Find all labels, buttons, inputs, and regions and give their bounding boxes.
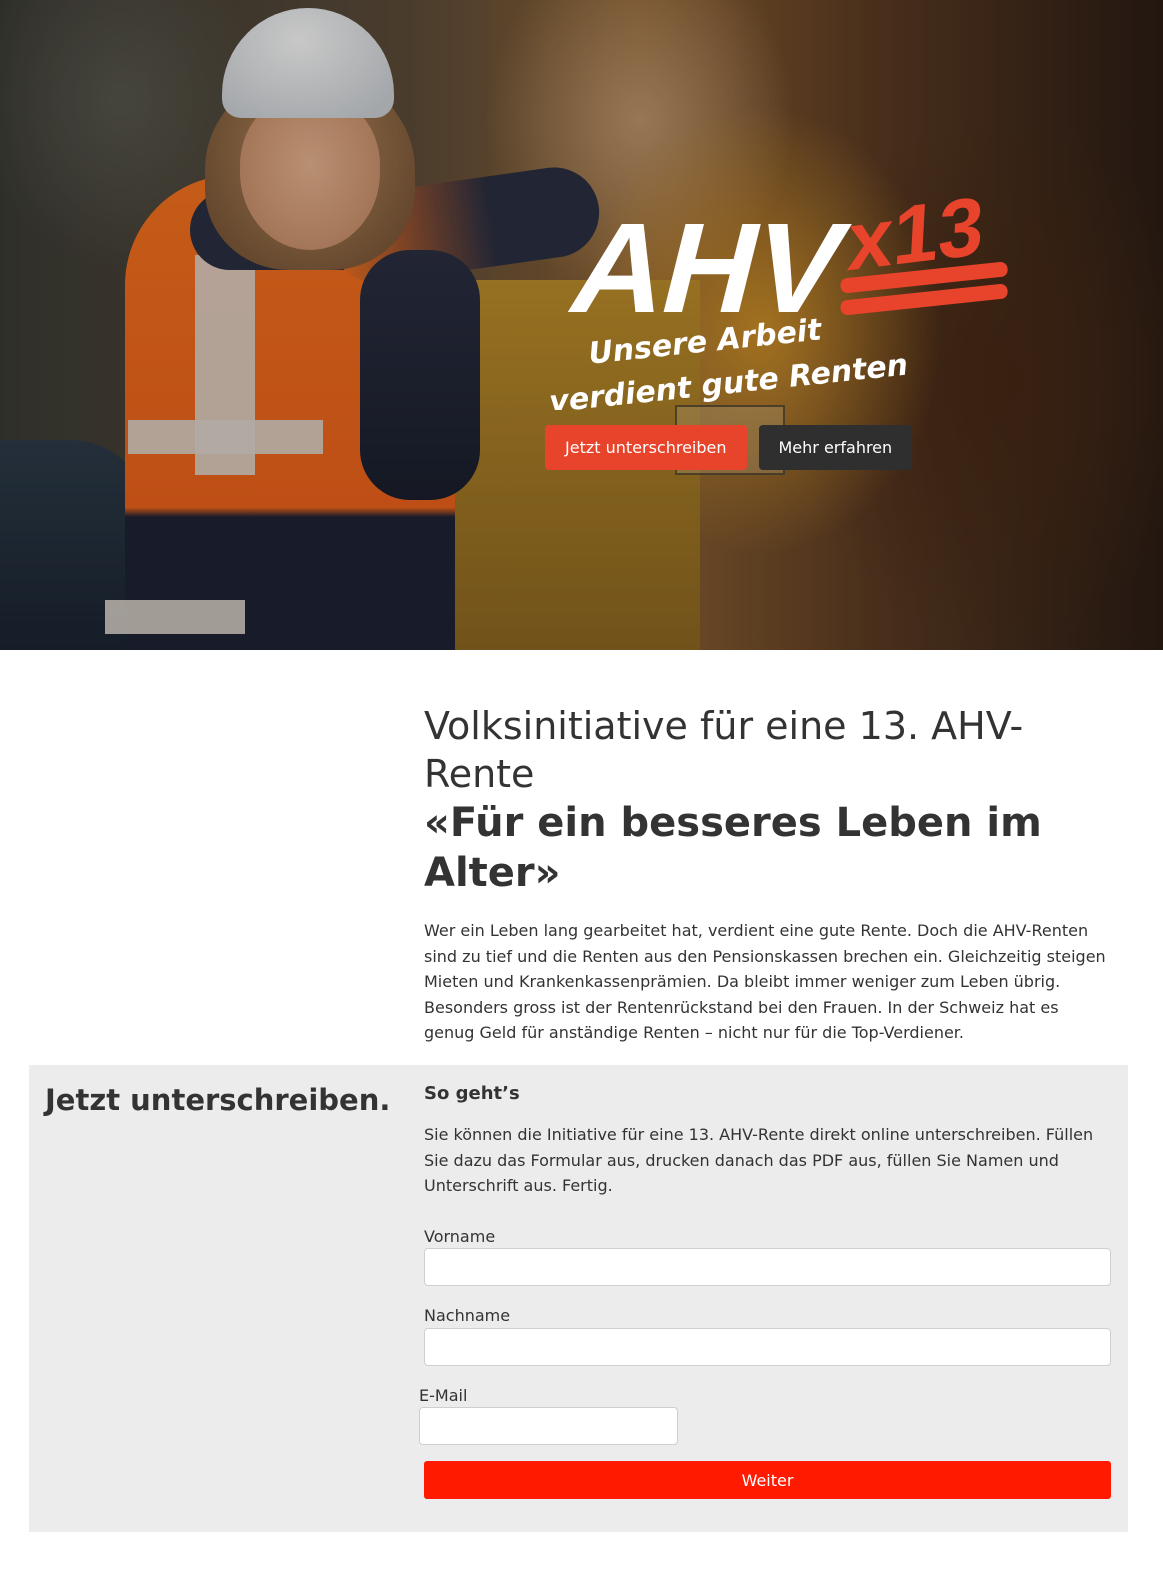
hero-button-group: Jetzt unterschreiben Mehr erfahren xyxy=(545,425,913,470)
intro-section: Volksinitiative für eine 13. AHV-Rente «… xyxy=(424,702,1124,1046)
ahv-x13-logo: AHV x13 Unsere Arbeit verdient gute Rent… xyxy=(548,178,1008,410)
last-name-field[interactable] xyxy=(424,1328,1111,1366)
learn-more-button[interactable]: Mehr erfahren xyxy=(758,425,913,470)
first-name-field[interactable] xyxy=(424,1248,1111,1286)
continue-button[interactable]: Weiter xyxy=(424,1461,1111,1499)
last-name-label: Nachname xyxy=(424,1306,511,1325)
sign-section: Jetzt unterschreiben. So geht’s Sie könn… xyxy=(29,1065,1128,1532)
sign-now-button[interactable]: Jetzt unterschreiben xyxy=(545,425,747,470)
email-label: E-Mail xyxy=(419,1386,468,1405)
page-title: Volksinitiative für eine 13. AHV-Rente xyxy=(424,704,1024,796)
hero-banner: AHV x13 Unsere Arbeit verdient gute Rent… xyxy=(0,0,1163,650)
intro-paragraph: Wer ein Leben lang gearbeitet hat, verdi… xyxy=(424,921,1106,1042)
sign-heading: Jetzt unterschreiben. xyxy=(45,1083,391,1117)
page-subtitle: «Für ein besseres Leben im Alter» xyxy=(424,800,1042,896)
first-name-label: Vorname xyxy=(424,1227,496,1246)
howto-text: Sie können die Initiative für eine 13. A… xyxy=(424,1125,1094,1195)
email-field[interactable] xyxy=(419,1407,678,1445)
howto-block: So geht’s Sie können die Initiative für … xyxy=(424,1083,1114,1199)
howto-title: So geht’s xyxy=(424,1083,520,1104)
